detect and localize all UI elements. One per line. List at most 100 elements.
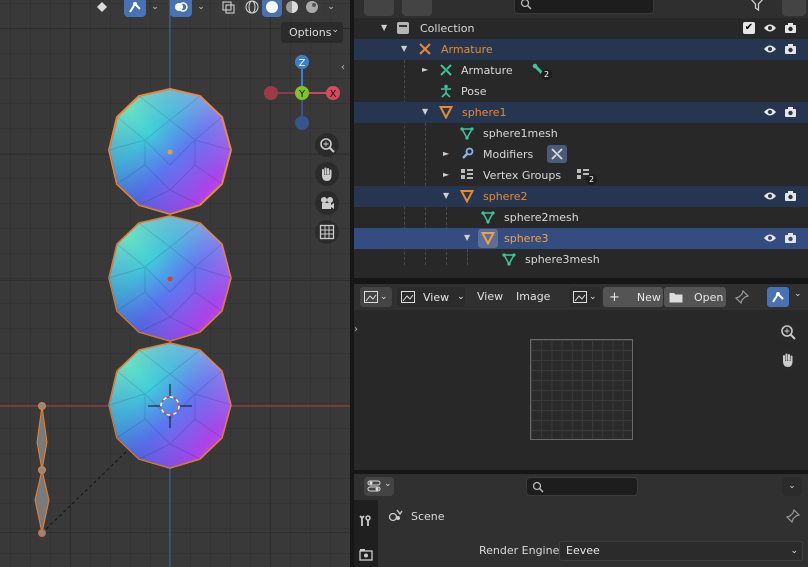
camera-render-icon[interactable] <box>784 190 797 202</box>
outliner-row-sphere3[interactable]: ▼ sphere3 <box>354 228 808 249</box>
image-editor-panel[interactable]: ⌄ View ⌄ View Image ⌄ + New Open ⌄ › <box>354 284 808 470</box>
outliner-row-pose[interactable]: Pose <box>354 81 808 102</box>
armature-icon <box>419 43 431 55</box>
sphere3-object <box>108 342 232 469</box>
new-image-button[interactable]: + New <box>603 287 663 307</box>
3d-viewport[interactable]: ⌄ ⌄ ⌄ Options ⌄ ‹ Z Y X <box>0 0 350 567</box>
outliner-row-modifiers[interactable]: ► Modifiers <box>354 144 808 165</box>
eye-icon[interactable] <box>763 191 777 201</box>
image-browse-icon <box>573 291 587 303</box>
chevron-down-icon: ⌄ <box>457 292 465 302</box>
view-mode-dropdown[interactable]: View ⌄ <box>397 287 465 307</box>
new-collection-button[interactable] <box>782 0 806 16</box>
render-engine-value: Eevee <box>566 544 600 557</box>
outliner-row-sphere1mesh[interactable]: sphere1mesh <box>354 123 808 144</box>
properties-editor-type-dropdown[interactable]: ⌄ <box>364 477 394 496</box>
hand-icon <box>783 353 793 367</box>
expand-arrow-icon[interactable]: ► <box>443 170 449 179</box>
expand-arrow-icon[interactable]: ▼ <box>464 233 470 242</box>
filter-dropdown-button[interactable] <box>402 0 432 16</box>
toolbar-expand-arrow-icon[interactable]: › <box>354 324 358 335</box>
collection-box-icon <box>397 22 409 34</box>
render-properties-icon[interactable] <box>359 548 373 562</box>
properties-icon <box>367 480 381 492</box>
render-engine-dropdown[interactable]: Eevee ⌄ <box>559 541 803 561</box>
properties-panel[interactable]: ⌄ ⌄ Scene Render Engine Eevee ⌄ <box>354 474 808 567</box>
camera-render-icon[interactable] <box>784 232 797 244</box>
scene-label: Scene <box>411 510 445 523</box>
folder-icon <box>669 293 683 303</box>
outliner-row-sphere3mesh[interactable]: sphere3mesh <box>354 249 808 270</box>
pose-icon <box>441 84 451 98</box>
outliner-row-sphere2[interactable]: ▼ sphere2 <box>354 186 808 207</box>
outliner-row-label: Collection <box>420 22 475 35</box>
mesh-object-icon <box>460 190 474 203</box>
outliner-header <box>354 0 808 18</box>
sphere1-object <box>107 87 233 216</box>
gizmo-toggle-button[interactable] <box>767 287 789 307</box>
outliner-row-vertex-groups[interactable]: ► Vertex Groups 2 <box>354 165 808 186</box>
outliner-row-sphere1[interactable]: ▼ sphere1 <box>354 102 808 123</box>
outliner-row-label: Pose <box>461 85 487 98</box>
exclude-checkbox[interactable]: ✔ <box>743 22 755 34</box>
image-editor-header: ⌄ View ⌄ View Image ⌄ + New Open ⌄ <box>354 284 808 310</box>
uv-grid-canvas[interactable] <box>530 339 633 440</box>
outliner-row-label: sphere2mesh <box>504 211 579 224</box>
expand-arrow-icon[interactable]: ▼ <box>401 44 407 53</box>
count-badge: 2 <box>541 69 552 80</box>
outliner-row-sphere2mesh[interactable]: sphere2mesh <box>354 207 808 228</box>
vertex-groups-icon <box>461 169 473 179</box>
wrench-icon <box>462 147 474 159</box>
chevron-down-icon: ⌄ <box>790 546 798 556</box>
browse-image-dropdown[interactable]: ⌄ <box>569 287 601 307</box>
chevron-down-icon: ⌄ <box>384 479 392 489</box>
outliner-row-label: sphere2 <box>483 190 528 203</box>
outliner-panel[interactable]: ▼ Collection ✔ ▼ Armature ► Armature 2 P… <box>354 0 808 278</box>
chevron-down-icon[interactable]: ⌄ <box>794 289 802 299</box>
outliner-row-label: Modifiers <box>483 148 534 161</box>
eye-icon[interactable] <box>763 23 777 33</box>
outliner-row-armature-object[interactable]: ▼ Armature <box>354 39 808 60</box>
outliner-row-collection[interactable]: ▼ Collection ✔ <box>354 18 808 39</box>
sphere2-object <box>108 215 232 342</box>
armature-modifier-icon[interactable] <box>547 145 567 163</box>
expand-arrow-icon[interactable]: ▼ <box>443 191 449 200</box>
pin-icon[interactable] <box>786 509 800 523</box>
zoom-button[interactable] <box>776 320 800 344</box>
expand-arrow-icon[interactable]: ► <box>422 65 428 74</box>
count-badge: 2 <box>586 174 597 185</box>
camera-render-icon[interactable] <box>784 22 797 34</box>
editor-type-dropdown[interactable]: ⌄ <box>360 287 392 307</box>
eye-icon[interactable] <box>763 107 777 117</box>
outliner-search-input[interactable] <box>514 0 654 14</box>
view-mode-label: View <box>423 290 450 304</box>
expand-arrow-icon[interactable]: ▼ <box>422 107 428 116</box>
camera-render-icon[interactable] <box>784 43 797 55</box>
filter-icon[interactable] <box>749 0 779 15</box>
chevron-down-icon: ⌄ <box>380 292 388 302</box>
options-dropdown[interactable]: ⌄ <box>782 477 802 496</box>
outliner-row-armature-data[interactable]: ► Armature 2 <box>354 60 808 81</box>
eye-icon[interactable] <box>763 44 777 54</box>
new-label: New <box>636 290 661 304</box>
pin-icon[interactable] <box>735 290 749 304</box>
pan-button[interactable] <box>776 348 800 372</box>
expand-arrow-icon[interactable]: ► <box>443 149 449 158</box>
render-engine-label: Render Engine <box>479 544 560 557</box>
expand-arrow-icon[interactable]: ▼ <box>381 23 387 32</box>
open-image-button[interactable]: Open <box>664 287 726 307</box>
display-mode-dropdown[interactable] <box>364 0 394 16</box>
outliner-row-label: sphere3mesh <box>525 253 600 266</box>
scene-objects[interactable] <box>0 0 350 567</box>
eye-icon[interactable] <box>763 233 777 243</box>
tool-settings-icon[interactable] <box>359 514 373 528</box>
open-label: Open <box>694 290 724 304</box>
properties-tab-bar <box>354 500 378 567</box>
mesh-data-icon <box>460 127 474 140</box>
properties-search-input[interactable] <box>526 477 638 496</box>
search-icon <box>532 481 544 493</box>
camera-render-icon[interactable] <box>784 106 797 118</box>
outliner-row-label: Armature <box>461 64 513 77</box>
menu-view[interactable]: View <box>477 290 503 303</box>
menu-image[interactable]: Image <box>516 290 550 303</box>
